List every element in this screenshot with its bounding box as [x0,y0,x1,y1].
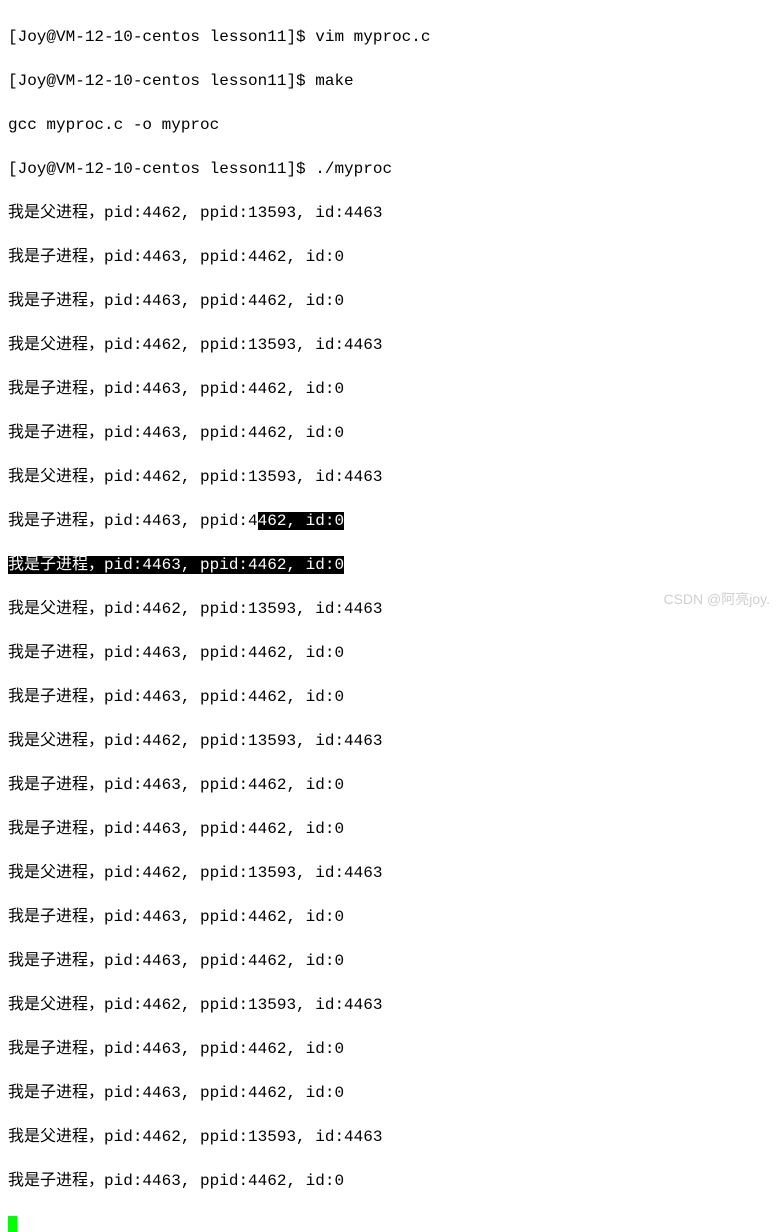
watermark-text: CSDN @阿亮joy. [663,588,770,610]
output-line-child: 我是子进程，pid:4463, ppid:4462, id:0 [8,1170,772,1192]
gcc-output: gcc myproc.c -o myproc [8,114,772,136]
cmd-line-1: [Joy@VM-12-10-centos lesson11]$ vim mypr… [8,26,772,48]
prompt: [Joy@VM-12-10-centos lesson11]$ [8,72,315,90]
cmd-line-2: [Joy@VM-12-10-centos lesson11]$ make [8,70,772,92]
output-line-child: 我是子进程，pid:4463, ppid:4462, id:0 [8,1038,772,1060]
output-line-parent: 我是父进程，pid:4462, ppid:13593, id:4463 [8,1126,772,1148]
output-line-parent: 我是父进程，pid:4462, ppid:13593, id:4463 [8,994,772,1016]
output-line-child: 我是子进程，pid:4463, ppid:4462, id:0 [8,422,772,444]
prompt: [Joy@VM-12-10-centos lesson11]$ [8,160,315,178]
terminal-output: [Joy@VM-12-10-centos lesson11]$ vim mypr… [8,4,772,1232]
text-selection[interactable]: 462, id:0 [258,512,344,530]
cmd-line-3: [Joy@VM-12-10-centos lesson11]$ ./myproc [8,158,772,180]
output-line-parent: 我是父进程，pid:4462, ppid:13593, id:4463 [8,862,772,884]
output-line-parent: 我是父进程，pid:4462, ppid:13593, id:4463 [8,466,772,488]
command: vim myproc.c [315,28,430,46]
output-line-child: 我是子进程，pid:4463, ppid:4462, id:0 [8,378,772,400]
output-line-child: 我是子进程，pid:4463, ppid:4462, id:0 [8,906,772,928]
cursor-icon [8,1216,17,1232]
text-selection[interactable]: 我是子进程，pid:4463, ppid:4462, id:0 [8,556,344,574]
output-line-parent: 我是父进程，pid:4462, ppid:13593, id:4463 [8,334,772,356]
command: make [315,72,353,90]
output-line-parent: 我是父进程，pid:4462, ppid:13593, id:4463 [8,730,772,752]
output-line-child: 我是子进程，pid:4463, ppid:4462, id:0 [8,1082,772,1104]
prompt: [Joy@VM-12-10-centos lesson11]$ [8,28,315,46]
output-line-child: 我是子进程，pid:4463, ppid:4462, id:0 [8,642,772,664]
output-line-child: 我是子进程，pid:4463, ppid:4462, id:0 [8,290,772,312]
output-line-child: 我是子进程，pid:4463, ppid:4462, id:0 [8,246,772,268]
output-line-child: 我是子进程，pid:4463, ppid:4462, id:0 [8,818,772,840]
command: ./myproc [315,160,392,178]
output-line-child-full-hl: 我是子进程，pid:4463, ppid:4462, id:0 [8,554,772,576]
output-line-child: 我是子进程，pid:4463, ppid:4462, id:0 [8,774,772,796]
output-line-child: 我是子进程，pid:4463, ppid:4462, id:0 [8,950,772,972]
cursor-line [8,1214,772,1232]
output-line-parent: 我是父进程，pid:4462, ppid:13593, id:4463 [8,202,772,224]
output-line-child: 我是子进程，pid:4463, ppid:4462, id:0 [8,686,772,708]
output-line-parent: 我是父进程，pid:4462, ppid:13593, id:4463 [8,598,772,620]
output-line-child-partial-hl: 我是子进程，pid:4463, ppid:4462, id:0 [8,510,772,532]
